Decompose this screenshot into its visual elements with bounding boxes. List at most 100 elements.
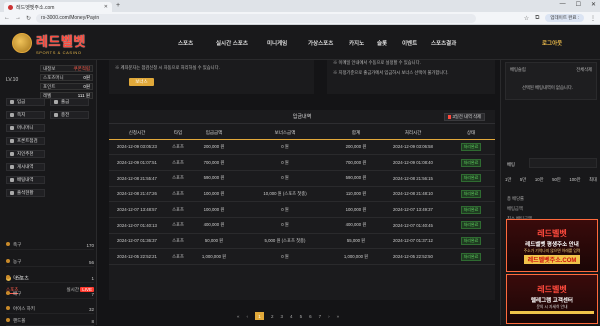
handball-icon: [6, 318, 10, 322]
bet-quick-100k[interactable]: 10만: [535, 177, 544, 183]
back-icon[interactable]: ←: [4, 15, 10, 21]
nav-item-sports[interactable]: 스포츠: [178, 39, 216, 47]
cell-req: 2024-12-07 01:40:13: [109, 217, 165, 234]
page-next[interactable]: ›: [328, 314, 330, 319]
menu-label: 머니머니: [17, 125, 34, 130]
table-row: 2024-12-09 03:05:23 스포츠 200,000 원0 원 200,00…: [109, 139, 495, 156]
sport-item-soccer[interactable]: 축구 170: [6, 241, 94, 250]
menu-charge[interactable]: 충전: [50, 111, 89, 119]
status-badge: 처리완료: [460, 221, 482, 230]
nav-item-slot[interactable]: 슬롯: [377, 39, 402, 47]
page-6[interactable]: 6: [309, 314, 312, 319]
menu-label: 출금: [61, 99, 70, 104]
minimize-icon[interactable]: —: [560, 1, 566, 8]
check-icon: [10, 139, 14, 143]
page-1[interactable]: 1: [255, 312, 265, 320]
table-row: 2024-12-08 21:55:47 스포츠 590,000 원0 원 590,00…: [109, 170, 495, 187]
bookmark-icon[interactable]: ☆: [524, 15, 529, 22]
account-row-sports-money[interactable]: 스포츠머니 0원: [40, 74, 93, 81]
status-badge: 처리완료: [460, 158, 482, 167]
reload-icon[interactable]: ↻: [26, 15, 31, 22]
menu-icon[interactable]: ⋮: [590, 15, 596, 22]
cell-req: 2024-12-08 21:47:26: [109, 186, 165, 203]
profile-pill[interactable]: 업데이트 완료 :: [545, 14, 584, 22]
bet-quick-500k[interactable]: 50만: [552, 177, 561, 183]
user-level: LV.10: [6, 77, 19, 83]
sport-item-volleyball[interactable]: 배구 7: [6, 290, 94, 299]
account-row-points[interactable]: 포인트 0원: [40, 83, 93, 90]
sport-item-ice-hockey[interactable]: 아이스 하키 32: [6, 305, 94, 314]
notice-text-2: ※ 지정기준으로 출금가에서 입금하시 보너스 선택이 불가합니다.: [333, 70, 449, 75]
menu-front-check[interactable]: 프론트점검: [6, 137, 45, 145]
menu-attendance[interactable]: 출석현황: [6, 189, 45, 197]
bet-quick-50k[interactable]: 5만: [520, 177, 526, 183]
menu-message[interactable]: 쪽지: [6, 111, 45, 119]
message-icon: [10, 113, 14, 117]
menu-bet-history[interactable]: 배팅내역: [6, 176, 45, 184]
cell-req: 2024-12-05 22:52:21: [109, 248, 165, 265]
account-row-myinfo[interactable]: 내정보 쿠폰적립: [40, 65, 93, 72]
logo[interactable]: 레드벨벳 SPORTS & CASINO: [12, 31, 86, 55]
sport-item-baseball[interactable]: 야구 1: [6, 274, 94, 283]
page-5[interactable]: 5: [300, 314, 303, 319]
close-window-icon[interactable]: ✕: [591, 1, 596, 8]
page-4[interactable]: 4: [290, 314, 293, 319]
bonus-button[interactable]: 보너스: [129, 78, 154, 86]
bet-quick-10k[interactable]: 1만: [505, 177, 511, 183]
telegram-banner[interactable]: 레드벨벳 텔레그램 고객센터 문의 시 자세히 안내: [506, 274, 598, 324]
table-row: 2024-12-07 13:48:57 스포츠 100,000 원0 원 100,00…: [109, 201, 495, 218]
new-tab-icon[interactable]: +: [116, 2, 120, 9]
sport-item-basketball[interactable]: 농구 56: [6, 258, 94, 267]
extensions-icon[interactable]: ⧉: [535, 15, 539, 22]
posts-icon: [10, 165, 14, 169]
notice-text: ※ 계좌문자는 점검신청 시 자동으로 처리하실 수 있습니다.: [115, 65, 220, 70]
browser-tab[interactable]: 레드벳벳주소.com ✕: [4, 2, 112, 12]
account-row-label: 스포츠머니: [43, 74, 64, 80]
page-7[interactable]: 7: [319, 314, 322, 319]
history-title-text: 입금내역: [292, 114, 312, 120]
menu-posts[interactable]: 게시내역: [6, 163, 45, 171]
nav-item-sports-results[interactable]: 스포츠결과: [431, 39, 476, 47]
page-prev[interactable]: ‹: [247, 314, 249, 319]
nav-item-casino[interactable]: 카지노: [349, 39, 377, 47]
cell-type: 스포츠: [165, 201, 191, 218]
page-first[interactable]: «: [237, 314, 240, 319]
nav-item-minigame[interactable]: 미니게임: [267, 39, 308, 47]
close-tab-icon[interactable]: ✕: [104, 4, 108, 10]
forward-icon[interactable]: →: [15, 15, 21, 21]
col-bonus: 보너스금액: [237, 128, 333, 140]
bet-quick-1m[interactable]: 100만: [569, 177, 580, 183]
nav-item-virtual-sports[interactable]: 가상스포츠: [308, 39, 349, 47]
menu-referral[interactable]: 지인추천: [6, 150, 45, 158]
sport-count: 7: [91, 291, 94, 297]
nav-item-live-sports[interactable]: 실시간 스포츠: [216, 39, 267, 47]
menu-label: 게시내역: [17, 164, 34, 169]
cell-amount: 50,000 원: [191, 233, 237, 250]
bet-amount-input[interactable]: [529, 158, 597, 168]
menu-label: 입금: [17, 99, 26, 104]
maximize-icon[interactable]: ☐: [576, 1, 581, 8]
cell-total: 1,000,000 원: [333, 248, 379, 265]
page-last[interactable]: »: [337, 314, 340, 319]
address-banner[interactable]: 레드벨벳 레드벨벳 평생주소 안내 주소가 기억나지 않으면 아래를 입력 레드…: [506, 219, 598, 272]
url-field[interactable]: rs-3000.com/Money/Payin: [36, 13, 477, 23]
sport-name: 배구: [13, 291, 22, 296]
nav-item-event[interactable]: 이벤트: [402, 39, 431, 47]
page-2[interactable]: 2: [271, 314, 274, 319]
betslip-label: 배팅슬립: [510, 67, 526, 72]
logo-subtext: SPORTS & CASINO: [36, 50, 82, 55]
menu-withdraw[interactable]: 출금: [50, 98, 89, 106]
status-badge: 처리완료: [460, 189, 482, 198]
bet-quick-max[interactable]: 최대: [589, 177, 597, 183]
page-3[interactable]: 3: [281, 314, 284, 319]
table-row: 2024-12-07 01:36:37 스포츠 50,000 원 5,000 원 (스…: [109, 233, 495, 250]
menu-label: 쪽지: [17, 112, 26, 117]
cell-status: 처리완료: [447, 217, 495, 234]
menu-deposit[interactable]: 입금: [6, 98, 45, 106]
cell-done: 2024-12-07 13:49:37: [379, 201, 447, 218]
betslip-clear[interactable]: 전체삭제: [576, 67, 592, 73]
menu-money[interactable]: 머니머니: [6, 124, 45, 132]
logout-button[interactable]: 로그아웃: [542, 39, 562, 47]
delete-old-history-button[interactable]: 3일전 내역 삭제: [443, 113, 485, 121]
url-text: rs-3000.com/Money/Payin: [41, 15, 100, 21]
